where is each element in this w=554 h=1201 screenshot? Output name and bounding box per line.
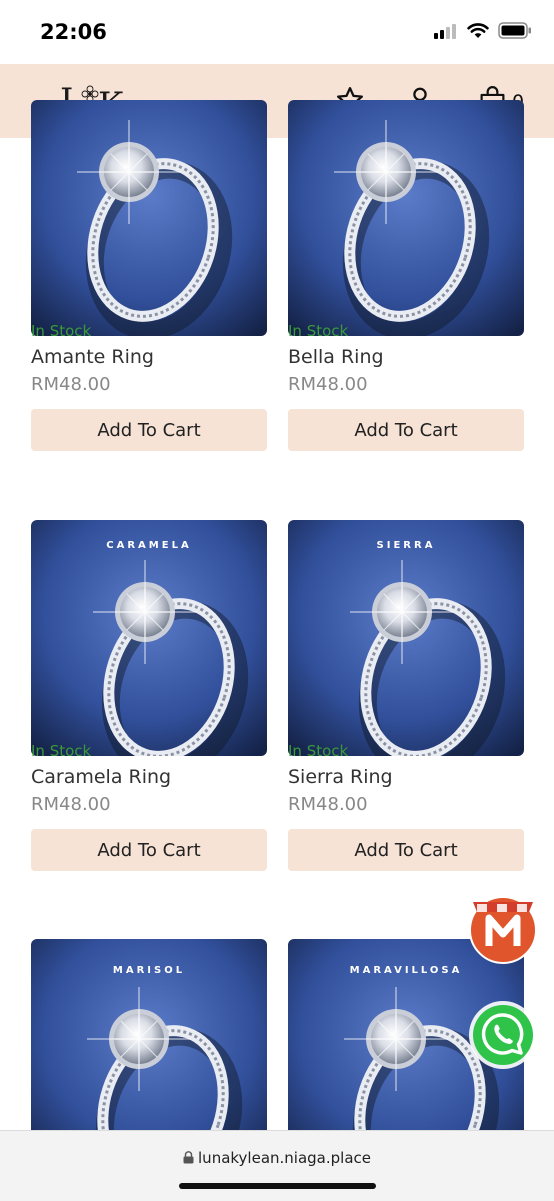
url-text: lunakylean.niaga.place: [198, 1149, 371, 1167]
browser-bottom-bar: lunakylean.niaga.place: [0, 1130, 554, 1201]
product-price: RM48.00: [288, 374, 368, 395]
product-image[interactable]: SIERRA: [288, 520, 524, 756]
lock-icon: [183, 1151, 194, 1164]
product-name[interactable]: Caramela Ring: [31, 766, 171, 788]
stock-status: In Stock: [288, 742, 349, 760]
product-price: RM48.00: [31, 374, 111, 395]
status-time: 22:06: [40, 20, 107, 44]
cellular-signal-icon: [434, 23, 456, 39]
product-price: RM48.00: [31, 794, 111, 815]
image-caption: SIERRA: [377, 540, 436, 551]
add-to-cart-button[interactable]: Add To Cart: [31, 829, 267, 871]
product-price: RM48.00: [288, 794, 368, 815]
niaga-shop-button[interactable]: [467, 892, 539, 964]
add-to-cart-button[interactable]: Add To Cart: [288, 409, 524, 451]
battery-icon: [498, 22, 531, 39]
stock-status: In Stock: [288, 322, 349, 340]
image-caption: MARISOL: [113, 965, 185, 976]
stock-status: In Stock: [31, 322, 92, 340]
product-name[interactable]: Amante Ring: [31, 346, 154, 368]
image-caption: MARAVILLOSA: [350, 965, 463, 976]
stock-status: In Stock: [31, 742, 92, 760]
product-name[interactable]: Sierra Ring: [288, 766, 393, 788]
home-indicator: [179, 1183, 376, 1189]
product-name[interactable]: Bella Ring: [288, 346, 384, 368]
product-image[interactable]: [31, 100, 267, 336]
whatsapp-icon: [469, 1001, 537, 1069]
address-bar[interactable]: lunakylean.niaga.place: [0, 1149, 554, 1167]
product-image[interactable]: CARAMELA: [31, 520, 267, 756]
product-image[interactable]: [288, 100, 524, 336]
niaga-shop-icon: [469, 896, 537, 964]
add-to-cart-button[interactable]: Add To Cart: [31, 409, 267, 451]
image-caption: CARAMELA: [106, 540, 191, 551]
whatsapp-button[interactable]: [468, 1000, 538, 1070]
wifi-icon: [467, 22, 489, 38]
status-bar: 22:06: [0, 0, 554, 64]
add-to-cart-button[interactable]: Add To Cart: [288, 829, 524, 871]
